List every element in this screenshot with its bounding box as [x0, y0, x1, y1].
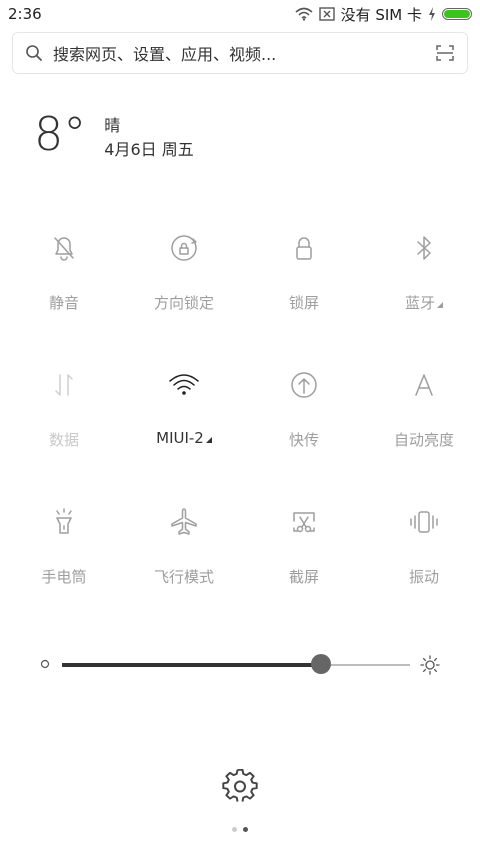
- quick-tile-label: 快传: [289, 429, 319, 450]
- search-icon: [26, 45, 42, 61]
- weather-widget[interactable]: 8° 晴 4月6日 周五: [34, 110, 194, 162]
- charging-icon: [429, 7, 435, 21]
- lock-icon: [296, 237, 312, 260]
- quick-tile-icon: [286, 367, 322, 403]
- bluetooth-icon: [417, 236, 431, 260]
- scan-icon[interactable]: [435, 44, 455, 62]
- rotation-lock-icon: [171, 235, 197, 261]
- brightness-track-filled: [62, 663, 322, 667]
- status-time: 2:36: [8, 5, 42, 23]
- settings-gear-icon[interactable]: [222, 769, 258, 805]
- quick-tile-icon: [166, 367, 202, 403]
- quick-tile-label: 飞行模式: [154, 566, 214, 587]
- vibrate-icon: [410, 511, 438, 533]
- wifi-icon: [169, 374, 199, 395]
- quick-tile-11[interactable]: 振动: [364, 504, 480, 604]
- quick-tile-label: 数据: [49, 429, 79, 450]
- quick-tile-label: MIUI-2: [156, 429, 212, 447]
- quick-tile-label: 自动亮度: [394, 429, 454, 450]
- page-dot: [232, 827, 237, 832]
- quick-tile-label-text: 快传: [288, 431, 319, 449]
- no-sim-icon: [318, 7, 335, 21]
- page-dot: [243, 827, 248, 832]
- quick-tile-label-text: 数据: [48, 431, 79, 449]
- quick-tile-icon: [406, 367, 442, 403]
- quick-tile-label-text: 锁屏: [288, 294, 319, 312]
- weather-date: 4月6日 周五: [104, 140, 194, 159]
- quick-tile-8[interactable]: 手电筒: [4, 504, 124, 604]
- quick-tile-label: 蓝牙: [405, 292, 443, 313]
- bell-off-icon: [54, 237, 74, 261]
- quick-tile-label-text: 自动亮度: [393, 431, 454, 449]
- upload-circle-icon: [291, 372, 317, 398]
- quick-tile-2[interactable]: 锁屏: [244, 230, 364, 330]
- quick-tile-icon: [286, 230, 322, 266]
- brightness-track[interactable]: [62, 663, 410, 667]
- brightness-high-icon: [420, 655, 440, 675]
- brightness-slider[interactable]: [40, 652, 440, 678]
- quick-tile-icon: [286, 504, 322, 540]
- quick-tile-icon: [166, 504, 202, 540]
- brightness-low-icon: [40, 659, 50, 669]
- quick-tile-3[interactable]: 蓝牙: [364, 230, 480, 330]
- quick-tile-label-text: MIUI-2: [156, 429, 204, 447]
- battery-fill: [444, 10, 470, 18]
- quick-tile-label-text: 振动: [408, 568, 439, 586]
- battery-icon: [442, 8, 472, 20]
- quick-tile-icon: [46, 504, 82, 540]
- quick-tile-9[interactable]: 飞行模式: [124, 504, 244, 604]
- page-indicator: [232, 827, 248, 832]
- quick-tile-label: 振动: [409, 566, 439, 587]
- data-arrows-icon: [55, 374, 73, 396]
- status-bar: 2:36 没有 SIM 卡: [0, 0, 480, 28]
- quick-tile-label: 方向锁定: [154, 292, 214, 313]
- quick-tile-label-text: 蓝牙: [404, 294, 435, 312]
- carrier-text: 没有 SIM 卡: [340, 5, 422, 24]
- airplane-icon: [171, 508, 197, 535]
- quick-tile-label-text: 手电筒: [41, 568, 87, 586]
- more-options-indicator: [205, 437, 212, 443]
- quick-tile-label-text: 静音: [48, 294, 79, 312]
- weather-condition: 晴: [104, 116, 121, 135]
- quick-tile-label: 截屏: [289, 566, 319, 587]
- quick-tile-icon: [166, 230, 202, 266]
- auto-brightness-icon: [415, 374, 433, 396]
- quick-tile-1[interactable]: 方向锁定: [124, 230, 244, 330]
- quick-tile-label-text: 方向锁定: [153, 294, 214, 312]
- quick-tile-label: 静音: [49, 292, 79, 313]
- status-icons: 没有 SIM 卡: [295, 4, 472, 25]
- quick-tile-label-text: 截屏: [288, 568, 319, 586]
- weather-temperature: 8°: [34, 107, 87, 161]
- quick-tile-4[interactable]: 数据: [4, 367, 124, 467]
- quick-tile-5[interactable]: MIUI-2: [124, 367, 244, 467]
- quick-tile-6[interactable]: 快传: [244, 367, 364, 467]
- quick-tile-label: 锁屏: [289, 292, 319, 313]
- quick-tile-label-text: 飞行模式: [153, 568, 214, 586]
- quick-tile-icon: [406, 504, 442, 540]
- weather-meta: 晴 4月6日 周五: [104, 114, 193, 162]
- wifi-signal-icon: [295, 7, 313, 21]
- quick-tile-icon: [406, 230, 442, 266]
- screenshot-icon: [293, 512, 315, 533]
- quick-tile-10[interactable]: 截屏: [244, 504, 364, 604]
- quick-tile-icon: [46, 230, 82, 266]
- flashlight-icon: [56, 508, 72, 534]
- search-placeholder: 搜索网页、设置、应用、视频...: [53, 45, 277, 64]
- brightness-knob[interactable]: [311, 654, 332, 674]
- search-bar[interactable]: 搜索网页、设置、应用、视频...: [12, 32, 468, 74]
- quick-tile-label: 手电筒: [41, 566, 86, 587]
- quick-tile-7[interactable]: 自动亮度: [364, 367, 480, 467]
- more-options-indicator: [437, 302, 443, 308]
- quick-tile-icon: [46, 367, 82, 403]
- quick-tile-0[interactable]: 静音: [4, 230, 124, 330]
